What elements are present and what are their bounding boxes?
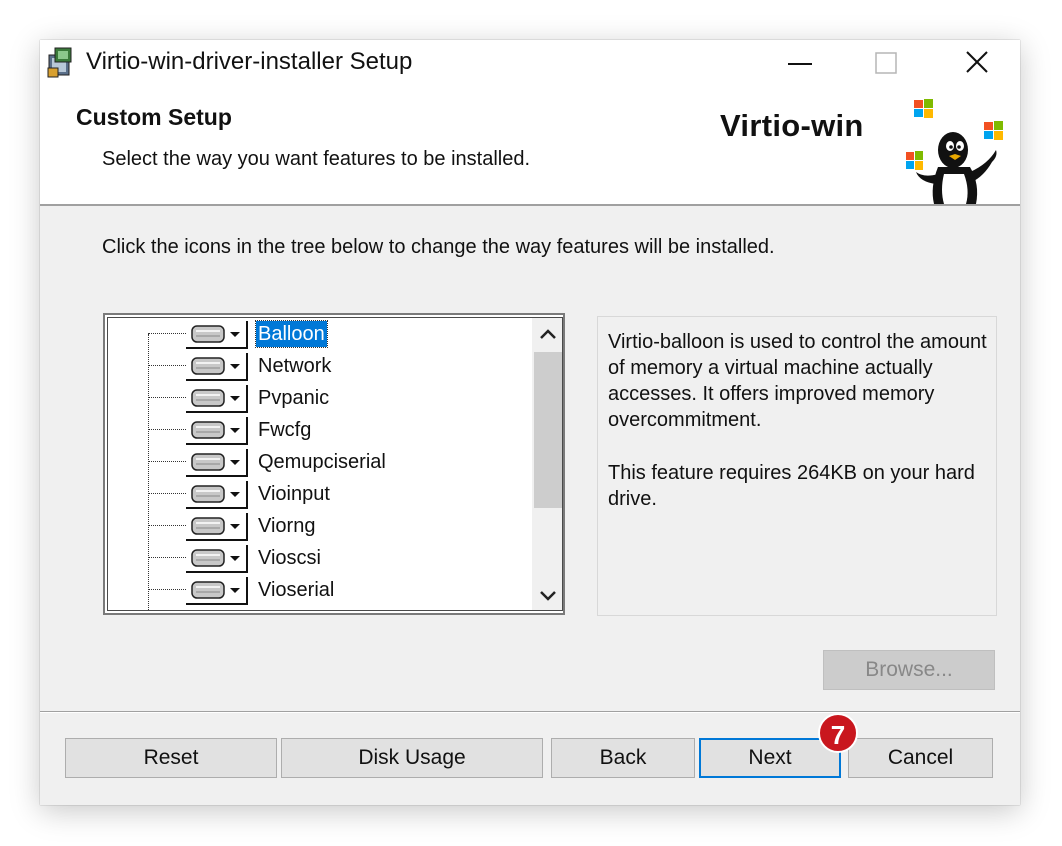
tree-item[interactable]: Fwcfg bbox=[108, 414, 532, 446]
tree-item-label[interactable]: Network bbox=[256, 353, 333, 379]
feature-state-dropdown[interactable] bbox=[186, 417, 248, 445]
tree-connector bbox=[148, 333, 186, 334]
close-button[interactable] bbox=[936, 40, 1016, 86]
scroll-down-button[interactable] bbox=[532, 580, 562, 610]
tree-item[interactable]: Qemupciserial bbox=[108, 446, 532, 478]
setup-window: Virtio-win-driver-installer Setup Custom… bbox=[40, 40, 1020, 805]
feature-tree[interactable]: Balloon Network Pvpanic Fwcfg Qemupciserial V… bbox=[103, 313, 565, 615]
button-separator bbox=[40, 711, 1020, 713]
scroll-up-button[interactable] bbox=[532, 318, 562, 350]
disk-usage-button[interactable]: Disk Usage bbox=[281, 738, 543, 778]
tree-connector bbox=[148, 493, 186, 494]
page-title: Custom Setup bbox=[76, 104, 232, 130]
maximize-icon bbox=[875, 52, 897, 74]
tree-item-label[interactable]: Vioscsi bbox=[256, 545, 323, 571]
scroll-down-arrow-icon bbox=[540, 591, 556, 601]
installer-app-icon bbox=[46, 46, 76, 78]
drive-feature-icon bbox=[191, 549, 240, 567]
header-banner: Custom Setup Select the way you want fea… bbox=[40, 86, 1020, 206]
feature-size-note: This feature requires 264KB on your hard… bbox=[608, 462, 975, 510]
tree-scrollbar[interactable] bbox=[532, 318, 562, 610]
tree-item[interactable]: Network bbox=[108, 350, 532, 382]
feature-state-dropdown[interactable] bbox=[186, 577, 248, 605]
feature-tree-list[interactable]: Balloon Network Pvpanic Fwcfg Qemupciserial V… bbox=[107, 317, 563, 611]
tree-item[interactable]: Viorng bbox=[108, 510, 532, 542]
tree-item[interactable]: Vioscsi bbox=[108, 542, 532, 574]
tree-item[interactable]: Vioserial bbox=[108, 574, 532, 606]
tree-connector bbox=[148, 589, 186, 590]
drive-feature-icon bbox=[191, 453, 240, 471]
tree-item-label[interactable]: Vioinput bbox=[256, 481, 332, 507]
feature-state-dropdown[interactable] bbox=[186, 385, 248, 413]
feature-state-dropdown[interactable] bbox=[186, 449, 248, 477]
dropdown-arrow-icon bbox=[230, 524, 240, 529]
dropdown-arrow-icon bbox=[230, 460, 240, 465]
dropdown-arrow-icon bbox=[230, 492, 240, 497]
feature-state-dropdown[interactable] bbox=[186, 481, 248, 509]
drive-feature-icon bbox=[191, 421, 240, 439]
scroll-thumb[interactable] bbox=[534, 352, 562, 508]
tux-windows-logo bbox=[900, 92, 1012, 204]
page-subtitle: Select the way you want features to be i… bbox=[102, 148, 531, 170]
tree-connector bbox=[148, 365, 186, 366]
tree-connector bbox=[148, 525, 186, 526]
tree-item[interactable]: Vioinput bbox=[108, 478, 532, 510]
windows-flag-1 bbox=[914, 99, 933, 118]
feature-state-dropdown[interactable] bbox=[186, 513, 248, 541]
minimize-icon bbox=[788, 63, 812, 65]
tree-item-label[interactable]: Pvpanic bbox=[256, 385, 331, 411]
feature-state-dropdown[interactable] bbox=[186, 353, 248, 381]
dropdown-arrow-icon bbox=[230, 428, 240, 433]
drive-feature-icon bbox=[191, 517, 240, 535]
drive-feature-icon bbox=[191, 389, 240, 407]
drive-feature-icon bbox=[191, 357, 240, 375]
tree-connector bbox=[148, 429, 186, 430]
brand-name: Virtio-win bbox=[720, 108, 864, 143]
drive-feature-icon bbox=[191, 485, 240, 503]
back-button[interactable]: Back bbox=[551, 738, 695, 778]
tree-item-label[interactable]: Viorng bbox=[256, 513, 317, 539]
feature-state-dropdown[interactable] bbox=[186, 545, 248, 573]
dropdown-arrow-icon bbox=[230, 332, 240, 337]
close-icon bbox=[966, 51, 988, 73]
tree-item-label[interactable]: Balloon bbox=[255, 320, 328, 348]
instructions-text: Click the icons in the tree below to cha… bbox=[102, 236, 775, 258]
tree-connector bbox=[148, 397, 186, 398]
cancel-button[interactable]: Cancel bbox=[848, 738, 993, 778]
tree-item-label[interactable]: Fwcfg bbox=[256, 417, 313, 443]
feature-description-panel: Virtio-balloon is used to control the am… bbox=[597, 316, 997, 616]
minimize-button[interactable] bbox=[754, 40, 834, 86]
feature-state-dropdown[interactable] bbox=[186, 321, 248, 349]
title-bar[interactable]: Virtio-win-driver-installer Setup bbox=[40, 40, 1020, 86]
dropdown-arrow-icon bbox=[230, 588, 240, 593]
next-button[interactable]: Next bbox=[699, 738, 841, 778]
scroll-up-arrow-icon bbox=[540, 329, 556, 339]
tree-item[interactable]: Pvpanic bbox=[108, 382, 532, 414]
tree-item[interactable]: Balloon bbox=[108, 318, 532, 350]
dropdown-arrow-icon bbox=[230, 396, 240, 401]
drive-feature-icon bbox=[191, 581, 240, 599]
drive-feature-icon bbox=[191, 325, 240, 343]
reset-button[interactable]: Reset bbox=[65, 738, 277, 778]
dropdown-arrow-icon bbox=[230, 364, 240, 369]
tree-connector bbox=[148, 557, 186, 558]
tree-item-label[interactable]: Qemupciserial bbox=[256, 449, 388, 475]
feature-description: Virtio-balloon is used to control the am… bbox=[608, 331, 987, 431]
browse-button[interactable]: Browse... bbox=[823, 650, 995, 690]
tree-item-label[interactable]: Vioserial bbox=[256, 577, 336, 603]
tree-connector bbox=[148, 461, 186, 462]
maximize-button[interactable] bbox=[844, 40, 924, 86]
step-badge: 7 bbox=[818, 713, 858, 753]
window-title: Virtio-win-driver-installer Setup bbox=[86, 48, 413, 75]
dropdown-arrow-icon bbox=[230, 556, 240, 561]
